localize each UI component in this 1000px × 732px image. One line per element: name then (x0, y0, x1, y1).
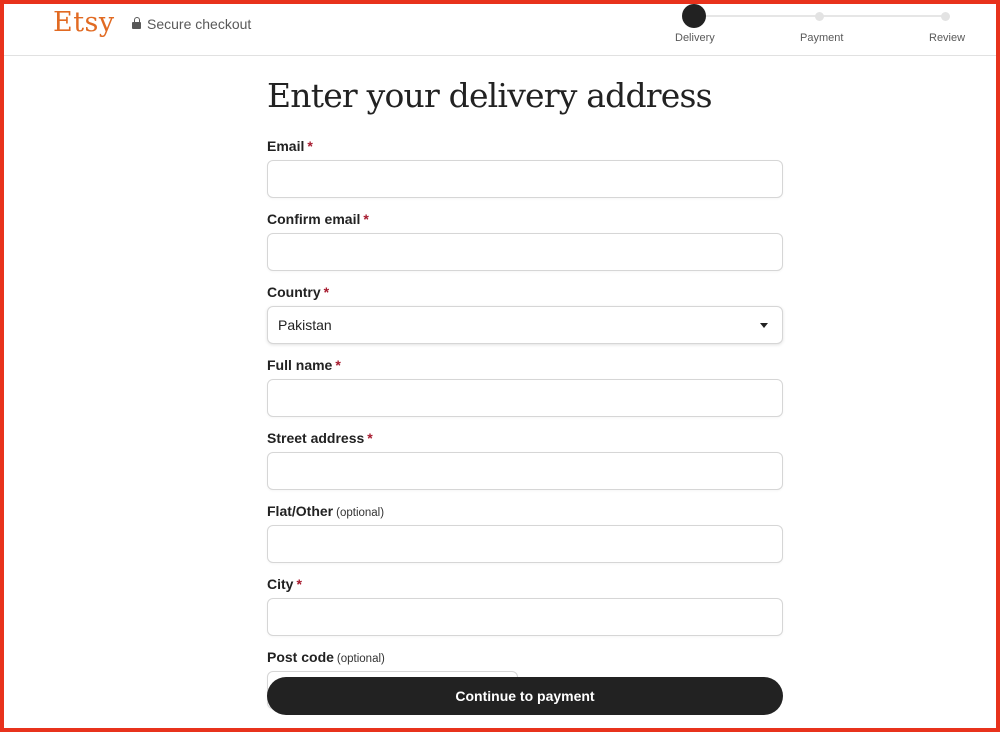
page-title: Enter your delivery address (267, 76, 713, 115)
continue-to-payment-button[interactable]: Continue to payment (267, 677, 783, 715)
country-select[interactable]: Pakistan (267, 306, 783, 344)
delivery-address-form: Enter your delivery address Email * Confi… (267, 76, 783, 722)
flat-other-field[interactable] (267, 525, 783, 563)
country-selected-value: Pakistan (278, 317, 332, 333)
full-name-label: Full name * (267, 357, 341, 373)
email-field[interactable] (267, 160, 783, 198)
required-marker: * (367, 430, 373, 446)
step-delivery-dot (682, 4, 706, 28)
full-name-group: Full name * (267, 357, 783, 417)
required-marker: * (363, 211, 369, 227)
city-label: City * (267, 576, 302, 592)
required-marker: * (323, 284, 330, 300)
chevron-down-icon (760, 322, 768, 328)
required-marker: * (307, 138, 313, 154)
step-review-dot (941, 12, 950, 21)
country-group: Country * Pakistan (267, 284, 783, 344)
country-label: Country * (267, 284, 330, 300)
required-marker: * (335, 357, 341, 373)
step-review-label: Review (929, 32, 966, 44)
flat-other-label: Flat/Other (optional) (267, 503, 385, 519)
checkout-header: Etsy Secure checkout Delivery Payment Re… (4, 4, 996, 56)
flat-other-group: Flat/Other (optional) (267, 503, 783, 563)
street-address-group: Street address * (267, 430, 783, 490)
required-marker: * (296, 576, 302, 592)
step-delivery-label: Delivery (675, 32, 715, 44)
confirm-email-group: Confirm email * (267, 211, 783, 271)
optional-marker: (optional) (336, 507, 385, 519)
confirm-email-label: Confirm email * (267, 211, 369, 227)
email-group: Email * (267, 138, 783, 198)
step-payment-dot (815, 12, 824, 21)
checkout-progress: Delivery Payment Review (4, 4, 996, 56)
confirm-email-field[interactable] (267, 233, 783, 271)
city-group: City * (267, 576, 783, 636)
street-address-field[interactable] (267, 452, 783, 490)
optional-marker: (optional) (336, 653, 385, 665)
street-address-label: Street address * (267, 430, 373, 446)
full-name-field[interactable] (267, 379, 783, 417)
step-payment-label: Payment (800, 32, 844, 44)
city-field[interactable] (267, 598, 783, 636)
email-label: Email * (267, 138, 313, 154)
post-code-label: Post code (optional) (267, 649, 385, 665)
